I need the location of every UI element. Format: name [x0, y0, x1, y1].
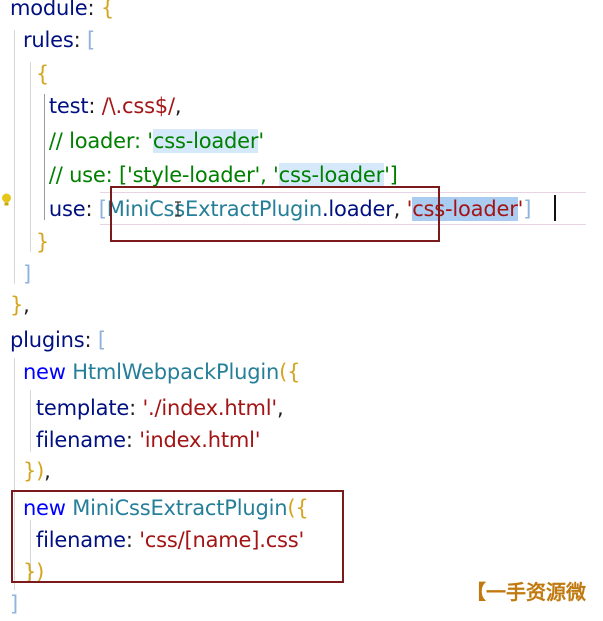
code-token-key: plugins [10, 328, 85, 352]
code-token-brace: } [10, 230, 50, 254]
code-token-punct: : [84, 328, 98, 352]
code-token-bracket: ] [10, 262, 31, 286]
code-token-punct: , [23, 293, 30, 317]
code-line[interactable]: template: './index.html', [10, 392, 284, 425]
code-token-brace: { [10, 62, 50, 86]
code-token-punct: , [174, 94, 182, 118]
code-line[interactable]: { [10, 58, 49, 91]
code-token-bracket: ] [10, 592, 18, 616]
code-line[interactable]: plugins: [ [10, 324, 106, 357]
code-token-paren: ) [36, 459, 45, 483]
code-token-key: filename [10, 428, 126, 452]
code-token-punct: : [87, 0, 101, 20]
code-line[interactable]: test: /\.css$/, [10, 90, 182, 123]
lightbulb-icon[interactable] [1, 193, 12, 206]
code-line[interactable]: module: { [10, 0, 114, 25]
code-token-punct: : [73, 28, 87, 52]
code-line[interactable]: }), [10, 455, 51, 488]
code-line[interactable]: // loader: 'css-loader' [10, 125, 264, 158]
code-token-regex: /\.css$/ [101, 94, 175, 118]
code-token-key: template [10, 396, 130, 420]
code-token-comment: // loader: 'css-loader' [10, 129, 264, 153]
code-token-paren: ( [279, 360, 288, 384]
code-token-brace: { [100, 0, 115, 20]
code-token-punct: , [44, 459, 51, 483]
code-token-key: test [10, 94, 89, 118]
code-token-class: HtmlWebpackPlugin [72, 360, 280, 384]
code-token-punct: : [129, 396, 143, 420]
code-line[interactable]: }, [10, 289, 30, 322]
code-line[interactable]: ] [10, 258, 31, 291]
code-line[interactable]: filename: 'index.html' [10, 424, 261, 457]
watermark-text: 【一手资源微 [466, 580, 586, 604]
code-token-bracket: ] [523, 197, 532, 221]
code-token-key: module [10, 0, 88, 20]
code-line[interactable]: ] [10, 588, 18, 621]
word-highlight: css-loader [152, 129, 259, 153]
code-token-bracket: [ [98, 197, 107, 221]
code-token-bracket: [ [86, 28, 95, 52]
annotation-box-loader [110, 186, 440, 242]
code-token-string: './index.html' [142, 396, 277, 420]
code-line[interactable]: new HtmlWebpackPlugin({ [10, 356, 301, 389]
code-token-key: rules [10, 28, 74, 52]
code-token-keyword: new [10, 360, 73, 384]
text-cursor [554, 195, 556, 221]
code-line[interactable]: } [10, 226, 49, 259]
word-highlight: css-loader [278, 163, 385, 187]
code-token-punct: : [88, 94, 102, 118]
code-token-punct: , [276, 396, 284, 420]
code-token-comment: // use: ['style-loader', 'css-loader'] [10, 163, 398, 187]
code-token-punct: : [85, 197, 99, 221]
code-token-bracket: [ [97, 328, 106, 352]
code-token-key: use [10, 197, 86, 221]
code-line[interactable]: rules: [ [10, 24, 95, 57]
code-token-brace: } [10, 459, 37, 483]
annotation-box-plugin [11, 490, 344, 583]
code-editor[interactable]: module: { rules: [ { test: /\.css$/, // … [0, 0, 603, 621]
code-token-brace: } [10, 293, 24, 317]
code-token-brace: { [287, 360, 301, 384]
code-token-string: 'index.html' [139, 428, 261, 452]
code-token-punct: : [125, 428, 140, 452]
